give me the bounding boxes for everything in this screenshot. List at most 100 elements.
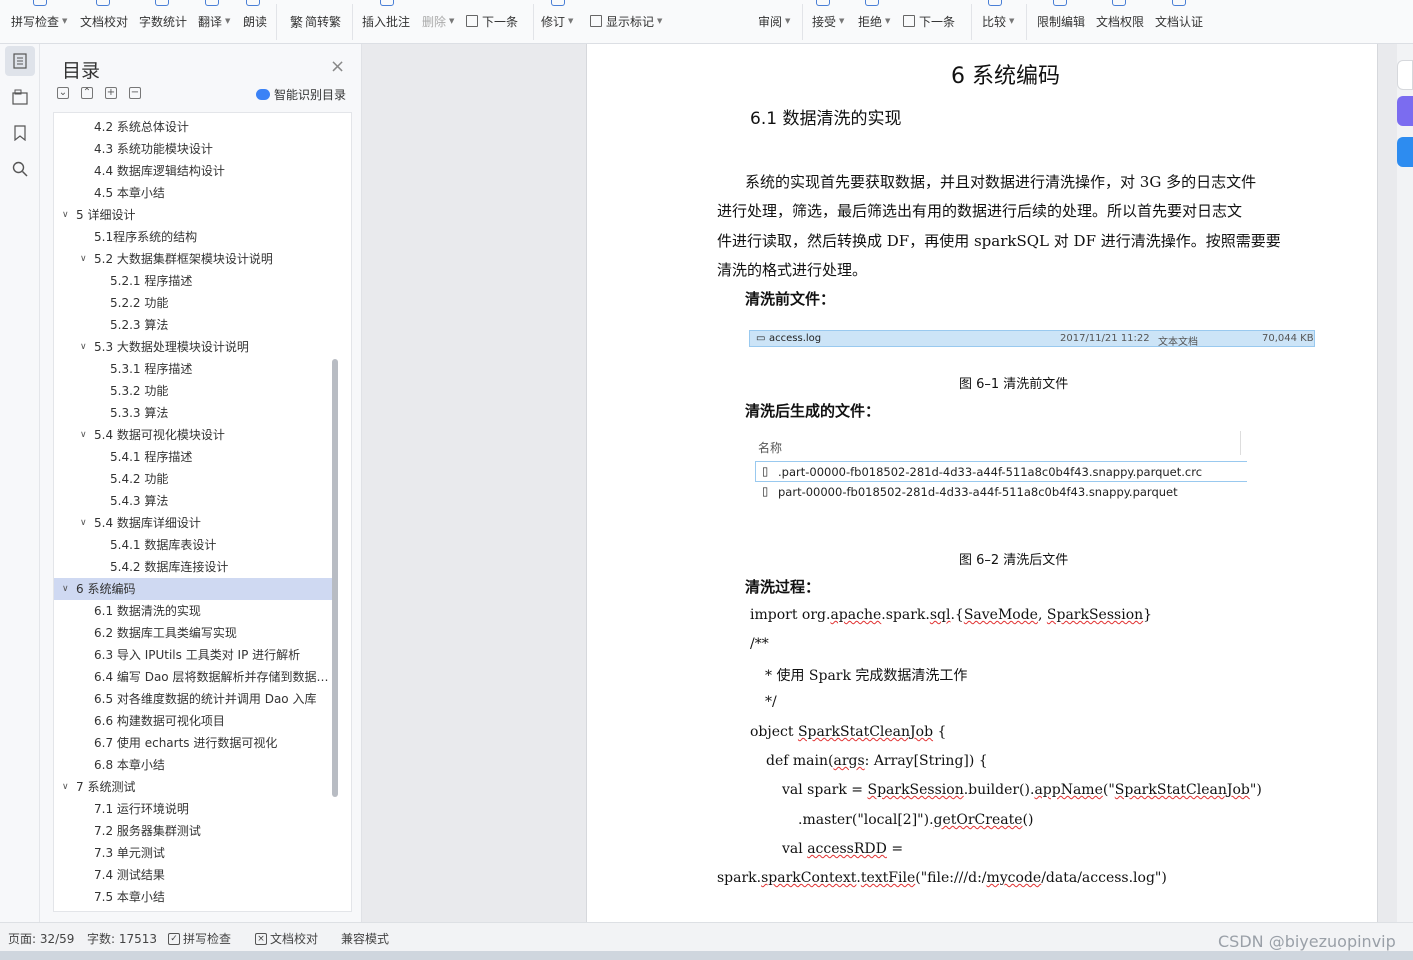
toc-item[interactable]: 6.6 构建数据可视化项目 bbox=[54, 710, 333, 732]
toc-item[interactable]: 5.3.3 算法 bbox=[54, 402, 333, 424]
toc-item[interactable]: 5.4.3 算法 bbox=[54, 490, 333, 512]
toc-item[interactable]: 6.1 数据清洗的实现 bbox=[54, 600, 333, 622]
toc-item[interactable]: ∨ 5.2 大数据集群框架模块设计说明 bbox=[54, 248, 333, 270]
doc-cert-button[interactable]: 文档认证 bbox=[1155, 12, 1203, 30]
toc-item[interactable]: 7.1 运行环境说明 bbox=[54, 798, 333, 820]
toc-item[interactable]: 7.3 单元测试 bbox=[54, 842, 333, 864]
doc-proof-button[interactable]: 文档校对 bbox=[80, 12, 128, 30]
toc-item[interactable]: 5.4.1 数据库表设计 bbox=[54, 534, 333, 556]
toc-item[interactable]: 7.4 测试结果 bbox=[54, 864, 333, 886]
compare-button[interactable]: 比较 ▼ bbox=[982, 12, 1014, 30]
toc-item[interactable]: 4.2 系统总体设计 bbox=[54, 116, 333, 138]
word-count-button[interactable]: 字数统计 bbox=[139, 12, 187, 30]
chapter-heading: 6 系统编码 bbox=[951, 64, 1060, 89]
search-icon bbox=[12, 161, 28, 177]
side-tool-button[interactable] bbox=[1397, 137, 1413, 167]
toc-item[interactable]: 6.2 数据库工具类编写实现 bbox=[54, 622, 333, 644]
status-spellcheck[interactable]: ✓ 拼写检查 bbox=[168, 930, 231, 947]
next-revision-button[interactable]: 下一条 bbox=[903, 12, 955, 30]
spellcheck-button[interactable]: 拼写检查 ▼ bbox=[11, 12, 67, 30]
toc-item[interactable]: 7.2 服务器集群测试 bbox=[54, 820, 333, 842]
side-expand-button[interactable] bbox=[1397, 60, 1413, 90]
toc-item[interactable]: ∨ 5.3 大数据处理模块设计说明 bbox=[54, 336, 333, 358]
toc-item[interactable]: 6.7 使用 echarts 进行数据可视化 bbox=[54, 732, 333, 754]
collapse-all-icon[interactable]: ⌄ bbox=[57, 87, 69, 99]
reject-button[interactable]: 拒绝 ▼ bbox=[858, 12, 890, 30]
delete-comment-button[interactable]: 删除 ▼ bbox=[422, 12, 454, 30]
toc-item[interactable]: 6.3 导入 IPUtils 工具类对 IP 进行解析 bbox=[54, 644, 333, 666]
close-icon[interactable]: × bbox=[330, 56, 345, 77]
read-aloud-button[interactable]: 朗读 bbox=[243, 12, 267, 30]
document-page[interactable]: 6 系统编码 6.1 数据清洗的实现 系统的实现首先要获取数据，并且对数据进行清… bbox=[586, 44, 1378, 922]
word-counter[interactable]: 字数: 17513 bbox=[87, 930, 157, 947]
chevron-down-icon[interactable]: ∨ bbox=[80, 248, 87, 270]
side-tool-button[interactable] bbox=[1397, 96, 1413, 126]
word-count-icon bbox=[155, 0, 169, 6]
toc-item[interactable]: 5.2.3 算法 bbox=[54, 314, 333, 336]
toc-item[interactable]: 5.2.1 程序描述 bbox=[54, 270, 333, 292]
toc-item-label: 4.4 数据库逻辑结构设计 bbox=[94, 164, 225, 178]
page-counter[interactable]: 页面: 32/59 bbox=[8, 930, 74, 947]
toc-item[interactable]: 5.1程序系统的结构 bbox=[54, 226, 333, 248]
toc-scrollbar[interactable] bbox=[332, 359, 338, 797]
chevron-down-icon[interactable]: ∨ bbox=[80, 336, 87, 358]
doc-permission-button[interactable]: 文档权限 bbox=[1096, 12, 1144, 30]
toc-item-label: 4.3 系统功能模块设计 bbox=[94, 142, 213, 156]
review-button[interactable]: 审阅 ▼ bbox=[758, 12, 790, 30]
toc-item[interactable]: 5.4.1 程序描述 bbox=[54, 446, 333, 468]
next-comment-icon bbox=[466, 15, 478, 27]
toc-rail-button[interactable] bbox=[5, 46, 35, 76]
watermark: CSDN @biyezuopinvip bbox=[1218, 932, 1396, 951]
next-comment-button[interactable]: 下一条 bbox=[466, 12, 518, 30]
restrict-edit-button[interactable]: 限制编辑 bbox=[1037, 12, 1085, 30]
chapter-nav-icon bbox=[12, 89, 28, 105]
chevron-down-icon[interactable]: ∨ bbox=[62, 776, 69, 798]
accept-button[interactable]: 接受 ▼ bbox=[812, 12, 844, 30]
toc-item-label: 5 详细设计 bbox=[76, 208, 136, 222]
toc-item[interactable]: ∨ 5.4 数据库详细设计 bbox=[54, 512, 333, 534]
toc-item[interactable]: 6.5 对各维度数据的统计并调用 Dao 入库 bbox=[54, 688, 333, 710]
toc-item[interactable]: 4.5 本章小结 bbox=[54, 182, 333, 204]
toc-item[interactable]: ∨ 5 详细设计 bbox=[54, 204, 333, 226]
toc-item[interactable]: 5.3.2 功能 bbox=[54, 380, 333, 402]
toc-item[interactable]: 4.3 系统功能模块设计 bbox=[54, 138, 333, 160]
status-doc-proof[interactable]: × 文档校对 bbox=[255, 930, 318, 947]
toc-item[interactable]: 7.5 本章小结 bbox=[54, 886, 333, 908]
toc-item[interactable]: 5.2.2 功能 bbox=[54, 292, 333, 314]
toc-item-label: 5.4 数据可视化模块设计 bbox=[94, 428, 225, 442]
chevron-down-icon[interactable]: ∨ bbox=[80, 512, 87, 534]
toc-item-label: 5.3.1 程序描述 bbox=[110, 362, 193, 376]
trad-simplified-button[interactable]: 繁简转繁 bbox=[290, 12, 341, 31]
translate-button[interactable]: 翻译 ▼ bbox=[198, 12, 230, 30]
expand-up-icon[interactable]: ⌃ bbox=[81, 87, 93, 99]
toc-item-label: 5.4.3 算法 bbox=[110, 494, 169, 508]
toc-item[interactable]: 5.3.1 程序描述 bbox=[54, 358, 333, 380]
toc-item-label: 6.6 构建数据可视化项目 bbox=[94, 714, 225, 728]
file-icon: ▯ bbox=[762, 464, 769, 478]
bookmark-rail-button[interactable] bbox=[5, 118, 35, 148]
chevron-down-icon[interactable]: ∨ bbox=[62, 578, 69, 600]
smart-toc-button[interactable]: 智能识别目录 bbox=[256, 86, 346, 103]
revise-button[interactable]: 修订 ▼ bbox=[541, 12, 573, 30]
toc-item[interactable]: ∨ 6 系统编码 bbox=[54, 578, 333, 600]
search-rail-button[interactable] bbox=[5, 154, 35, 184]
chevron-down-icon[interactable]: ∨ bbox=[62, 204, 69, 226]
toc-item[interactable]: 4.4 数据库逻辑结构设计 bbox=[54, 160, 333, 182]
remove-heading-icon[interactable]: − bbox=[129, 87, 141, 99]
code-line: .master("local[2]").getOrCreate() bbox=[798, 812, 1034, 828]
toc-item[interactable]: 5.4.2 功能 bbox=[54, 468, 333, 490]
section-heading: 6.1 数据清洗的实现 bbox=[750, 109, 902, 129]
toc-item-label: 5.4 数据库详细设计 bbox=[94, 516, 201, 530]
toc-item[interactable]: ∨ 7 系统测试 bbox=[54, 776, 333, 798]
toc-item[interactable]: 6.8 本章小结 bbox=[54, 754, 333, 776]
toc-item[interactable]: 5.4.2 数据库连接设计 bbox=[54, 556, 333, 578]
insert-comment-button[interactable]: 插入批注 bbox=[362, 12, 410, 30]
next-revision-icon bbox=[903, 15, 915, 27]
add-heading-icon[interactable]: + bbox=[105, 87, 117, 99]
paragraph-line: 进行处理，筛选，最后筛选出有用的数据进行后续的处理。所以首先要对日志文 bbox=[717, 202, 1243, 220]
show-marks-button[interactable]: 显示标记 ▼ bbox=[590, 12, 662, 30]
toc-item[interactable]: 6.4 编写 Dao 层将数据解析并存储到数据库中 bbox=[54, 666, 333, 688]
chapter-nav-rail-button[interactable] bbox=[5, 82, 35, 112]
toc-item[interactable]: ∨ 5.4 数据可视化模块设计 bbox=[54, 424, 333, 446]
chevron-down-icon[interactable]: ∨ bbox=[80, 424, 87, 446]
